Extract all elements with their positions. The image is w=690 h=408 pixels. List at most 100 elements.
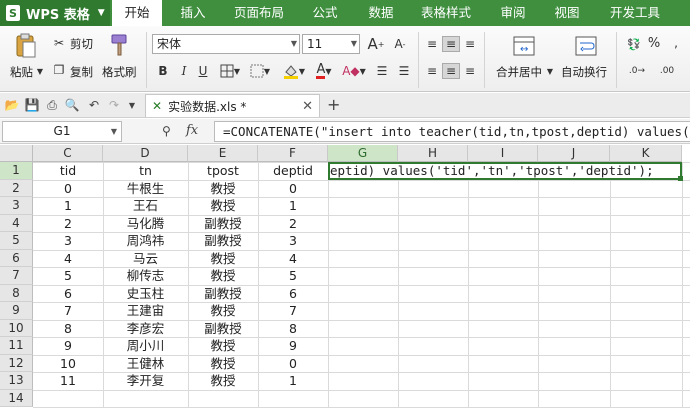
chevron-down-icon[interactable]: ▼ [124, 97, 140, 113]
comma-style-icon[interactable]: , [668, 34, 684, 52]
format-painter-button[interactable]: 格式刷 [102, 64, 137, 80]
row-header-13[interactable]: 13 [0, 372, 33, 390]
borders-icon[interactable]: ▼ [216, 62, 244, 80]
table-cell[interactable]: 马化腾 [103, 215, 188, 233]
column-header-d[interactable]: D [103, 145, 188, 162]
font-color-icon[interactable]: A ▼ [310, 62, 338, 80]
align-left-icon[interactable]: ≡ [424, 63, 440, 79]
paste-button[interactable]: 粘贴 [10, 64, 33, 80]
header-cell[interactable]: deptid [258, 162, 328, 180]
row-header-6[interactable]: 6 [0, 249, 33, 267]
tab-table-style[interactable]: 表格样式 [414, 0, 478, 26]
zoom-icon[interactable]: ⚲ [162, 124, 171, 138]
table-cell[interactable]: 0 [33, 180, 103, 198]
cut-button[interactable]: 剪切 [70, 36, 93, 52]
copy-button[interactable]: 复制 [70, 64, 93, 80]
align-right-icon[interactable]: ≡ [462, 63, 478, 79]
table-cell[interactable]: 10 [33, 355, 103, 373]
fill-color-icon[interactable]: ▼ [280, 62, 308, 80]
table-cell[interactable]: 11 [33, 372, 103, 390]
column-header-j[interactable]: J [538, 145, 610, 162]
table-cell[interactable]: 2 [258, 215, 328, 233]
table-cell[interactable]: 7 [33, 302, 103, 320]
increase-decimal-icon[interactable]: .0→ [624, 63, 650, 79]
header-cell[interactable]: tid [33, 162, 103, 180]
table-cell[interactable]: 牛根生 [103, 180, 188, 198]
table-cell[interactable]: 副教授 [188, 285, 258, 303]
clear-format-icon[interactable]: A◆ ▼ [340, 62, 368, 80]
new-tab-button[interactable]: + [327, 95, 340, 114]
column-header-h[interactable]: H [398, 145, 468, 162]
undo-icon[interactable]: ↶ [86, 97, 102, 113]
align-center-icon[interactable]: ≡ [442, 63, 460, 79]
font-size-select[interactable]: 11 ▼ [302, 34, 360, 54]
chevron-down-icon[interactable]: ▼ [36, 66, 44, 76]
paste-icon[interactable] [14, 32, 38, 60]
tab-formulas[interactable]: 公式 [302, 0, 348, 26]
row-header-2[interactable]: 2 [0, 179, 33, 197]
wrap-text-button[interactable]: 自动换行 [561, 64, 607, 80]
table-cell[interactable]: 教授 [188, 250, 258, 268]
row-header-4[interactable]: 4 [0, 214, 33, 232]
select-all-corner[interactable] [0, 145, 33, 162]
table-cell[interactable]: 周小川 [103, 337, 188, 355]
file-tab[interactable]: ✕ 实验数据.xls * ✕ [145, 94, 320, 117]
tab-home[interactable]: 开始 [112, 0, 162, 26]
table-cell[interactable]: 4 [258, 250, 328, 268]
row-header-8[interactable]: 8 [0, 284, 33, 302]
table-cell[interactable]: 2 [33, 215, 103, 233]
cell-style-icon[interactable]: ▼ [246, 62, 274, 80]
table-cell[interactable]: 1 [258, 197, 328, 215]
column-header-c[interactable]: C [33, 145, 103, 162]
chevron-down-icon[interactable]: ▼ [546, 66, 554, 76]
table-cell[interactable]: 9 [33, 337, 103, 355]
table-cell[interactable]: 史玉柱 [103, 285, 188, 303]
align-middle-icon[interactable]: ≡ [442, 36, 460, 52]
spreadsheet-grid[interactable]: CDEFGHIJK 1 2 3 4 5 6 7 8 9 10 11 12 13 14 tid tn tpost… [0, 145, 690, 408]
table-cell[interactable]: 马云 [103, 250, 188, 268]
table-cell[interactable]: 王建宙 [103, 302, 188, 320]
indent-decrease-icon[interactable]: ☰ [374, 62, 390, 80]
tab-data[interactable]: 数据 [358, 0, 404, 26]
table-cell[interactable]: 周鸿祎 [103, 232, 188, 250]
table-cell[interactable]: 0 [258, 180, 328, 198]
font-name-select[interactable]: 宋体 ▼ [152, 34, 300, 54]
table-cell[interactable]: 4 [33, 250, 103, 268]
currency-icon[interactable]: 💱 [624, 36, 644, 52]
table-cell[interactable]: 王健林 [103, 355, 188, 373]
column-header-i[interactable]: I [468, 145, 538, 162]
column-header-f[interactable]: F [258, 145, 328, 162]
tab-developer[interactable]: 开发工具 [602, 0, 668, 26]
open-folder-icon[interactable]: 📂 [4, 97, 20, 113]
tab-page-layout[interactable]: 页面布局 [228, 0, 290, 26]
row-header-9[interactable]: 9 [0, 302, 33, 320]
decrease-decimal-icon[interactable]: .00 [654, 63, 680, 79]
scissors-icon[interactable]: ✂ [52, 36, 66, 50]
format-painter-icon[interactable] [108, 32, 132, 58]
table-cell[interactable]: 副教授 [188, 215, 258, 233]
row-header-11[interactable]: 11 [0, 337, 33, 355]
table-cell[interactable]: 8 [33, 320, 103, 338]
table-cell[interactable]: 6 [33, 285, 103, 303]
tab-view[interactable]: 视图 [544, 0, 590, 26]
table-cell[interactable]: 3 [258, 232, 328, 250]
table-cell[interactable]: 5 [258, 267, 328, 285]
table-cell[interactable]: 教授 [188, 197, 258, 215]
table-cell[interactable]: 1 [258, 372, 328, 390]
column-header-k[interactable]: K [610, 145, 682, 162]
increase-font-icon[interactable]: A + [366, 34, 386, 54]
header-cell[interactable]: tpost [188, 162, 258, 180]
row-header-14[interactable]: 14 [0, 389, 33, 407]
table-cell[interactable]: 教授 [188, 355, 258, 373]
align-bottom-icon[interactable]: ≡ [462, 36, 478, 52]
save-icon[interactable]: 💾 [24, 97, 40, 113]
table-cell[interactable]: 6 [258, 285, 328, 303]
column-header-g[interactable]: G [328, 145, 398, 162]
tab-review[interactable]: 审阅 [490, 0, 536, 26]
close-icon[interactable]: ✕ [302, 99, 313, 114]
app-menu-button[interactable]: S WPS 表格 ▼ [0, 0, 110, 26]
table-cell[interactable]: 教授 [188, 337, 258, 355]
print-icon[interactable]: ⎙ [44, 97, 60, 113]
decrease-font-icon[interactable]: A- [390, 34, 410, 54]
print-preview-icon[interactable]: 🔍 [64, 97, 80, 113]
